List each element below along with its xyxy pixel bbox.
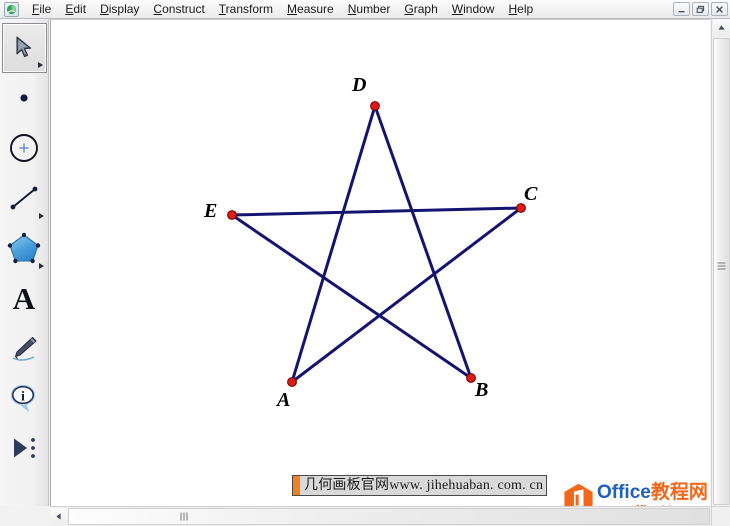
point-label-d[interactable]: D (352, 75, 366, 95)
menu-accel-measure: M (287, 1, 298, 16)
segment-bd[interactable] (373, 104, 473, 380)
geometers-sketchpad-window: File Edit Display Construct Transform Me… (0, 0, 730, 526)
letter-a-icon: A (13, 282, 36, 314)
horizontal-scrollbar[interactable] (50, 506, 711, 526)
info-balloon-icon: i (10, 384, 36, 412)
menu-rest-construct: onstruct (162, 1, 205, 16)
circle-icon (10, 134, 38, 162)
straightedge-tool[interactable] (2, 173, 47, 223)
text-tool[interactable]: A (2, 273, 47, 323)
menu-item-edit[interactable]: Edit (58, 1, 93, 18)
tool-flyout-arrow-icon[interactable] (37, 62, 43, 68)
point-label-a[interactable]: A (277, 390, 290, 410)
menu-rest-edit: dit (73, 1, 87, 16)
tool-flyout-straightedge-icon[interactable] (38, 213, 44, 219)
segment-ac[interactable] (290, 206, 523, 384)
pencil-icon (12, 336, 37, 361)
menu-item-display[interactable]: Display (93, 1, 146, 18)
svg-text:i: i (21, 390, 25, 405)
sketch-canvas[interactable]: A B C D E 几何画板官网www. jihehuaban. com. cn (50, 19, 710, 506)
pentagon-icon (7, 232, 41, 264)
information-tool[interactable]: i (2, 373, 47, 423)
menu-item-number[interactable]: Number (341, 1, 398, 18)
menu-item-construct[interactable]: Construct (146, 1, 211, 18)
menu-rest-display: isplay (108, 1, 140, 16)
menu-item-file[interactable]: File (25, 1, 58, 18)
app-icon (4, 1, 19, 17)
scroll-left-button[interactable] (50, 508, 67, 525)
watermark-text-object[interactable]: 几何画板官网www. jihehuaban. com. cn (292, 475, 548, 496)
text-caret (293, 476, 300, 495)
chevron-left-icon (56, 513, 61, 520)
menu-item-transform[interactable]: Transform (212, 1, 280, 18)
restore-button[interactable] (692, 2, 709, 16)
menu-rest-number: umber (356, 1, 391, 16)
vertical-scrollbar[interactable] (711, 19, 730, 506)
menu-accel-display: D (100, 1, 109, 16)
grip-lines-icon (717, 262, 726, 270)
minimize-button[interactable] (673, 2, 690, 16)
point-a[interactable] (287, 377, 297, 387)
menu-item-help[interactable]: Help (501, 1, 540, 18)
custom-tools[interactable] (2, 423, 47, 473)
menu-rest-graph: raph (413, 1, 438, 16)
tool-palette: A i (0, 19, 49, 506)
menu-item-measure[interactable]: Measure (280, 1, 341, 18)
close-button[interactable] (711, 2, 728, 16)
segment-icon (10, 186, 38, 210)
segments-group (230, 104, 523, 384)
star-figure (227, 101, 526, 387)
svg-text:A: A (13, 282, 36, 314)
point-label-e[interactable]: E (204, 201, 217, 221)
point-label-c[interactable]: C (524, 184, 537, 204)
menu-rest-help: elp (517, 1, 534, 16)
menu-rest-transform: ransform (225, 1, 274, 16)
menu-accel-transform: T (218, 1, 226, 16)
marker-tool[interactable] (2, 323, 47, 373)
point-tool[interactable] (2, 73, 47, 123)
segment-da[interactable] (290, 104, 377, 384)
menu-rest-file: ile (39, 1, 52, 16)
segment-ce[interactable] (230, 206, 523, 217)
menu-rest-measure: easure (297, 1, 334, 16)
vertical-scroll-grip (717, 262, 726, 271)
horizontal-scroll-thumb[interactable] (68, 508, 710, 525)
menu-accel-window: W (451, 1, 464, 16)
grip-lines-icon (180, 512, 188, 521)
tool-flyout-polygon-icon[interactable] (38, 263, 44, 269)
menu-item-graph[interactable]: Graph (397, 1, 444, 18)
vertical-scroll-thumb[interactable] (713, 38, 730, 505)
play-dots-icon (14, 438, 35, 458)
point-label-b[interactable]: B (475, 380, 488, 400)
scroll-up-button[interactable] (713, 19, 730, 36)
scrollbar-corner (711, 506, 730, 526)
polygon-tool[interactable] (2, 223, 47, 273)
point-e[interactable] (227, 210, 237, 220)
window-controls (673, 2, 728, 16)
arrow-cursor-icon (16, 36, 32, 58)
compass-circle-tool[interactable] (2, 123, 47, 173)
selection-arrow-tool[interactable] (1, 23, 47, 73)
menu-item-window[interactable]: Window (445, 1, 502, 18)
menu-bar: File Edit Display Construct Transform Me… (0, 0, 730, 19)
menu-accel-construct: C (153, 1, 163, 16)
horizontal-scroll-grip (180, 512, 189, 521)
chevron-up-icon (718, 25, 725, 30)
segment-eb[interactable] (230, 213, 473, 380)
menu-accel-help: H (508, 1, 518, 16)
menu-rest-window: indow (463, 1, 495, 16)
menu-accel-graph: G (404, 1, 414, 16)
point-icon (20, 94, 28, 102)
watermark-text: 几何画板官网www. jihehuaban. com. cn (304, 478, 544, 493)
point-d[interactable] (370, 101, 380, 111)
